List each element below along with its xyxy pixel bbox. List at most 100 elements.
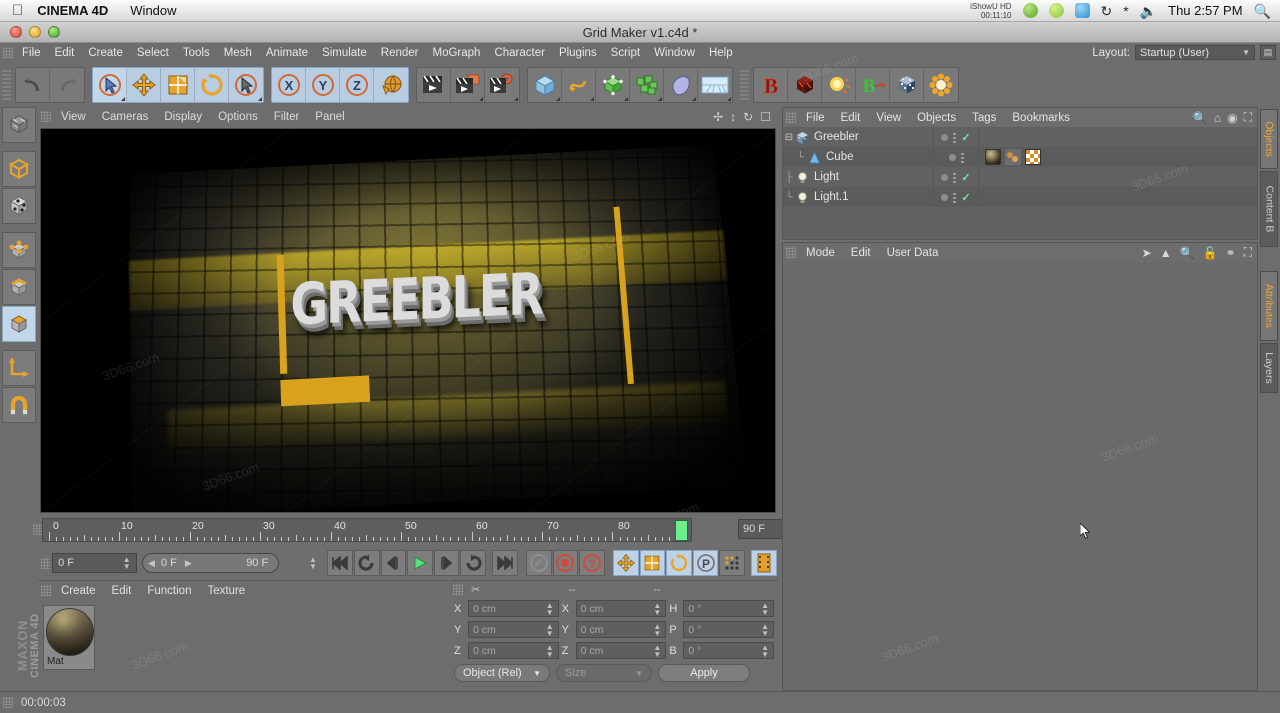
lock-x-axis[interactable]: X (272, 68, 306, 102)
viewport-menu-panel[interactable]: Panel (307, 111, 352, 123)
viewport-menu-options[interactable]: Options (210, 111, 266, 123)
material-menu-create[interactable]: Create (53, 585, 104, 597)
search-icon[interactable]: 🔍 (1193, 111, 1208, 125)
plugin-greebler-button[interactable] (890, 68, 924, 102)
go-to-end-button[interactable] (492, 550, 518, 576)
object-row-greebler[interactable]: ⊟ Greebler ✓ (783, 127, 1257, 147)
expand-collapse-icon[interactable]: ⊟ (783, 132, 795, 143)
object-tree-cell[interactable]: └ Cube (783, 150, 933, 165)
object-menu-tags[interactable]: Tags (964, 112, 1004, 124)
live-selection-tool[interactable] (93, 68, 127, 102)
material-tag[interactable] (985, 149, 1001, 165)
visibility-dots-icon[interactable] (953, 192, 956, 203)
material-menu-texture[interactable]: Texture (199, 585, 253, 597)
menu-grip-handle[interactable] (3, 47, 13, 58)
position-y-field[interactable]: 0 cm▲▼ (468, 621, 559, 638)
spotlight-search-icon[interactable]: 🔍 (1254, 4, 1271, 18)
tool-expand-corner[interactable] (590, 97, 594, 101)
rotation-key-button[interactable] (666, 550, 692, 576)
model-mode-button[interactable] (2, 151, 36, 187)
viewport-canvas[interactable]: GREEBLER 3D66.com 3D66.com 3D66.com 3D66… (40, 128, 776, 513)
volume-icon[interactable]: 🔈 (1140, 4, 1157, 18)
plugin-b-button[interactable]: B B (754, 68, 788, 102)
lock-y-axis[interactable]: Y (306, 68, 340, 102)
attribute-menu-user-data[interactable]: User Data (879, 247, 947, 259)
menu-simulate[interactable]: Simulate (315, 47, 374, 59)
timeline-ruler[interactable]: 0 10 20 30 40 50 60 70 80 (42, 518, 692, 542)
polygons-mode-button[interactable] (2, 306, 36, 342)
step-back-button[interactable] (381, 550, 407, 576)
go-to-start-button[interactable] (327, 550, 353, 576)
object-tree-cell[interactable]: ├ Light (783, 170, 933, 185)
layout-dropdown[interactable]: Startup (User) ▼ (1135, 45, 1255, 60)
menu-select[interactable]: Select (130, 47, 176, 59)
menu-animate[interactable]: Animate (259, 47, 315, 59)
menu-extra-green-icon[interactable] (1023, 3, 1038, 18)
object-visibility-cell[interactable]: ✓ (933, 127, 979, 147)
enabled-check-icon[interactable]: ✓ (961, 171, 970, 184)
viewport-menu-cameras[interactable]: Cameras (94, 111, 157, 123)
rotate-tool[interactable] (195, 68, 229, 102)
go-to-previous-key-button[interactable] (354, 550, 380, 576)
dropbox-icon[interactable] (1075, 3, 1090, 18)
object-tree-cell[interactable]: ⊟ Greebler (783, 130, 933, 145)
os-menu-window[interactable]: Window (130, 3, 176, 18)
cursor-tool[interactable] (229, 68, 263, 102)
apple-icon[interactable]:  (12, 3, 23, 18)
stepper-icon[interactable]: ▲▼ (761, 602, 769, 616)
tool-expand-corner[interactable] (258, 97, 262, 101)
points-mode-button[interactable] (2, 232, 36, 268)
object-visibility-cell[interactable]: ✓ (933, 187, 979, 207)
menu-script[interactable]: Script (604, 47, 647, 59)
dock-tab-layers[interactable]: Layers (1260, 343, 1278, 393)
toolbar-grip-handle[interactable] (2, 70, 11, 100)
add-cube-button[interactable] (528, 68, 562, 102)
rotation-h-field[interactable]: 0 °▲▼ (683, 600, 774, 617)
redo-button[interactable] (50, 68, 84, 102)
record-help-button[interactable]: ? (579, 550, 605, 576)
material-menu-edit[interactable]: Edit (104, 585, 140, 597)
render-view-button[interactable] (417, 68, 451, 102)
scale-key-button[interactable] (640, 550, 666, 576)
attribute-grip-handle[interactable] (786, 247, 796, 258)
visibility-dots-icon[interactable] (961, 152, 964, 163)
maximize-icon[interactable]: ⛶ (1244, 110, 1252, 125)
toolbar-divider-grip[interactable] (740, 70, 749, 100)
current-frame-field[interactable]: 0 F ▲▼ (52, 553, 137, 573)
rotate-viewport-icon[interactable]: ↻ (743, 110, 753, 124)
menu-create[interactable]: Create (81, 47, 130, 59)
object-menu-objects[interactable]: Objects (909, 112, 964, 124)
tool-expand-corner[interactable] (514, 97, 518, 101)
stepper-icon[interactable]: ▲▼ (309, 556, 317, 570)
status-grip-handle[interactable] (3, 697, 13, 708)
position-z-field[interactable]: 0 cm▲▼ (468, 642, 559, 659)
dock-tab-objects[interactable]: Objects (1260, 109, 1278, 169)
object-manager-grip-handle[interactable] (786, 112, 796, 123)
viewport-grip-handle[interactable] (41, 111, 51, 122)
eye-icon[interactable]: ◉ (1227, 111, 1237, 125)
coordinate-grip-handle[interactable] (453, 584, 463, 595)
coordinate-size-dropdown[interactable]: Size ▼ (556, 664, 652, 682)
object-visibility-cell[interactable] (933, 147, 979, 167)
add-floor-button[interactable] (698, 68, 732, 102)
menu-mograph[interactable]: MoGraph (426, 47, 488, 59)
lock-icon[interactable]: 🔓 (1203, 246, 1218, 260)
viewport-menu-filter[interactable]: Filter (266, 111, 308, 123)
material-menu-function[interactable]: Function (139, 585, 199, 597)
enabled-check-icon[interactable]: ✓ (961, 191, 970, 204)
attribute-menu-mode[interactable]: Mode (798, 247, 843, 259)
maximize-icon[interactable]: ⛶ (1244, 245, 1252, 260)
add-spline-button[interactable] (562, 68, 596, 102)
viewport-menu-display[interactable]: Display (156, 111, 210, 123)
coordinate-mode-dropdown[interactable]: Object (Rel) ▼ (454, 664, 550, 682)
menu-extra-check-icon[interactable] (1049, 3, 1064, 18)
home-icon[interactable]: ⌂ (1214, 111, 1221, 125)
menu-plugins[interactable]: Plugins (552, 47, 604, 59)
lock-z-axis[interactable]: Z (340, 68, 374, 102)
tool-expand-corner[interactable] (624, 97, 628, 101)
go-to-next-key-button[interactable] (460, 550, 486, 576)
add-deformer-button[interactable] (664, 68, 698, 102)
tool-expand-corner[interactable] (121, 97, 125, 101)
object-menu-edit[interactable]: Edit (833, 112, 869, 124)
edges-mode-button[interactable] (2, 269, 36, 305)
